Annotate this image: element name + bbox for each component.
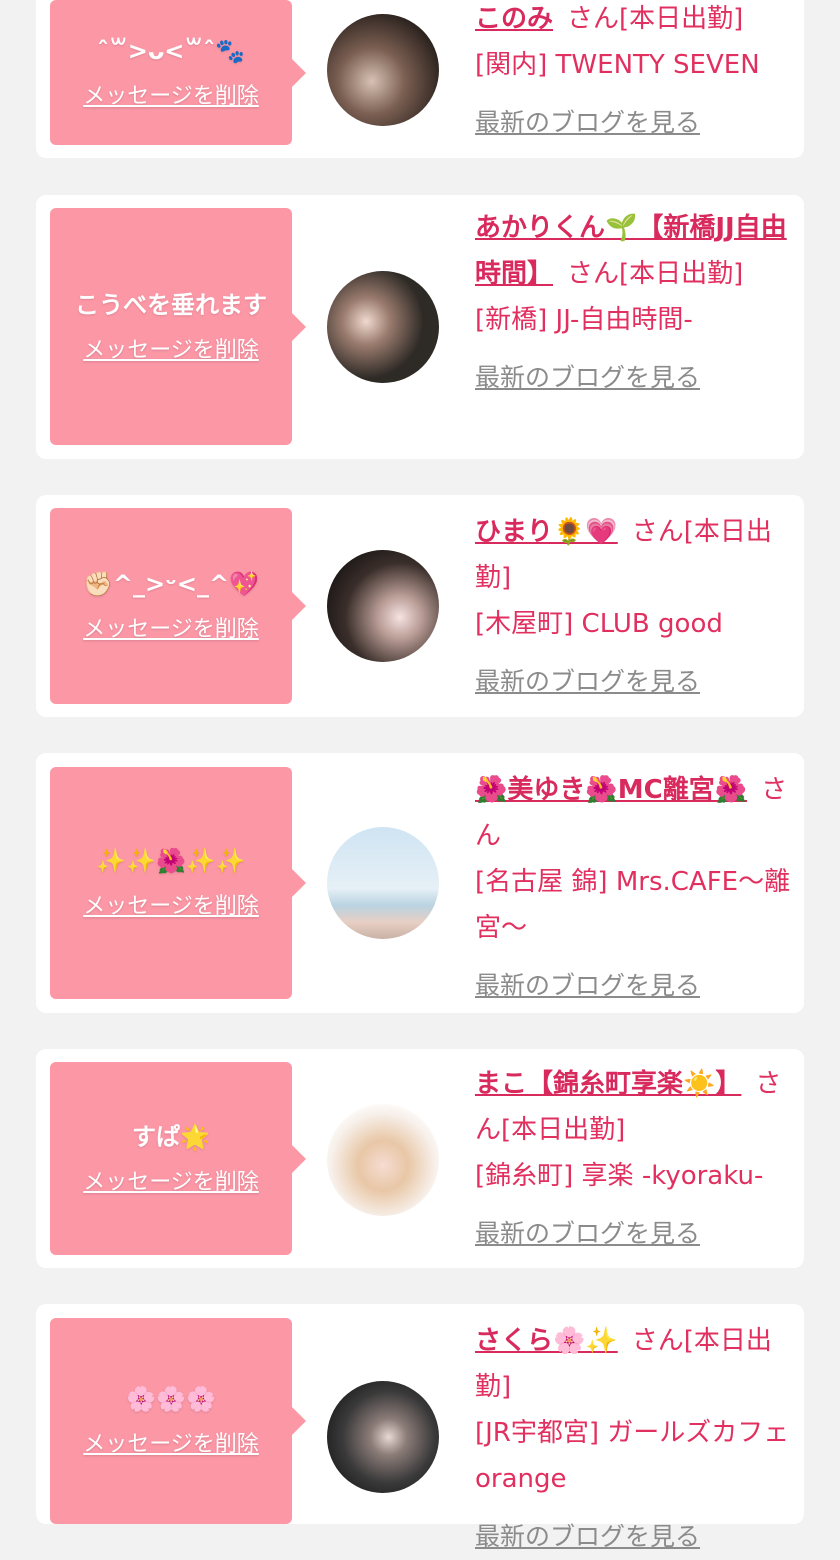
message-text: 🌸🌸🌸 xyxy=(126,1385,216,1413)
avatar[interactable] xyxy=(327,827,439,939)
message-bubble: ✨✨🌺✨✨ メッセージを削除 xyxy=(50,767,306,999)
latest-blog-link[interactable]: 最新のブログを見る xyxy=(475,1211,700,1257)
latest-blog-link[interactable]: 最新のブログを見る xyxy=(475,1514,700,1560)
message-text: こうべを垂れます xyxy=(75,290,267,319)
message-card: ✊🏻^_>ᵕ<_^💖 メッセージを削除 ひまり🌻💗 さん[本日出勤] [木屋町] … xyxy=(36,495,804,717)
latest-blog-link[interactable]: 最新のブログを見る xyxy=(475,963,700,1009)
shop-name: [名古屋 錦] Mrs.CAFE〜離宮〜 xyxy=(475,867,791,943)
message-card: すぱ🌟 メッセージを削除 まこ【錦糸町享楽☀️】 さん[本日出勤] [錦糸町] 享… xyxy=(36,1049,804,1268)
delete-message-link[interactable]: メッセージを削除 xyxy=(83,332,259,364)
shop-name: [木屋町] CLUB good xyxy=(475,609,723,639)
delete-message-link[interactable]: メッセージを削除 xyxy=(83,78,259,110)
avatar[interactable] xyxy=(327,1104,439,1216)
cast-status: さん[本日出勤] xyxy=(567,4,744,34)
cast-info: ひまり🌻💗 さん[本日出勤] [木屋町] CLUB good 最新のブログを見る xyxy=(475,509,791,705)
message-bubble: ˆ꒳>ᴗ<꒳ˆ🐾 メッセージを削除 xyxy=(50,0,306,145)
delete-message-link[interactable]: メッセージを削除 xyxy=(83,1164,259,1196)
message-bubble: ✊🏻^_>ᵕ<_^💖 メッセージを削除 xyxy=(50,508,306,704)
latest-blog-link[interactable]: 最新のブログを見る xyxy=(475,355,700,401)
message-card: こうべを垂れます メッセージを削除 あかりくん🌱【新橋JJ自由時間】 さん[本日出… xyxy=(36,195,804,459)
message-text: ✊🏻^_>ᵕ<_^💖 xyxy=(83,570,259,598)
shop-name: [新橋] JJ-自由時間- xyxy=(475,305,693,335)
cast-info: あかりくん🌱【新橋JJ自由時間】 さん[本日出勤] [新橋] JJ-自由時間- 最… xyxy=(475,205,791,401)
cast-info: このみ さん[本日出勤] [関内] TWENTY SEVEN 最新のブログを見る xyxy=(475,0,791,146)
message-card: ✨✨🌺✨✨ メッセージを削除 🌺美ゆき🌺MC離宮🌺 さん [名古屋 錦] Mrs.… xyxy=(36,753,804,1013)
cast-info: さくら🌸✨ さん[本日出勤] [JR宇都宮] ガールズカフェ orange 最新の… xyxy=(475,1318,791,1560)
cast-name-link[interactable]: 🌺美ゆき🌺MC離宮🌺 xyxy=(475,775,747,805)
cast-info: 🌺美ゆき🌺MC離宮🌺 さん [名古屋 錦] Mrs.CAFE〜離宮〜 最新のブログ… xyxy=(475,767,791,1009)
shop-name: [JR宇都宮] ガールズカフェ orange xyxy=(475,1418,790,1494)
delete-message-link[interactable]: メッセージを削除 xyxy=(83,611,259,643)
message-bubble: こうべを垂れます メッセージを削除 xyxy=(50,208,306,445)
avatar[interactable] xyxy=(327,550,439,662)
message-text: すぱ🌟 xyxy=(132,1122,210,1151)
cast-status: さん[本日出勤] xyxy=(567,259,744,289)
cast-name-link[interactable]: ひまり🌻💗 xyxy=(475,517,618,547)
latest-blog-link[interactable]: 最新のブログを見る xyxy=(475,659,700,705)
delete-message-link[interactable]: メッセージを削除 xyxy=(83,1426,259,1458)
cast-info: まこ【錦糸町享楽☀️】 さん[本日出勤] [錦糸町] 享楽 -kyoraku- 最… xyxy=(475,1061,791,1257)
shop-name: [関内] TWENTY SEVEN xyxy=(475,50,760,80)
message-bubble: 🌸🌸🌸 メッセージを削除 xyxy=(50,1318,306,1524)
avatar[interactable] xyxy=(327,271,439,383)
shop-name: [錦糸町] 享楽 -kyoraku- xyxy=(475,1161,764,1191)
message-text: ˆ꒳>ᴗ<꒳ˆ🐾 xyxy=(96,36,246,65)
delete-message-link[interactable]: メッセージを削除 xyxy=(83,888,259,920)
latest-blog-link[interactable]: 最新のブログを見る xyxy=(475,100,700,146)
cast-name-link[interactable]: まこ【錦糸町享楽☀️】 xyxy=(475,1069,741,1099)
avatar[interactable] xyxy=(327,1381,439,1493)
message-card: ˆ꒳>ᴗ<꒳ˆ🐾 メッセージを削除 このみ さん[本日出勤] [関内] TWENT… xyxy=(36,0,804,158)
message-text: ✨✨🌺✨✨ xyxy=(96,847,246,875)
message-card: 🌸🌸🌸 メッセージを削除 さくら🌸✨ さん[本日出勤] [JR宇都宮] ガールズカ… xyxy=(36,1304,804,1551)
avatar[interactable] xyxy=(327,14,439,126)
cast-name-link[interactable]: このみ xyxy=(475,4,553,34)
cast-name-link[interactable]: さくら🌸✨ xyxy=(475,1326,618,1356)
message-bubble: すぱ🌟 メッセージを削除 xyxy=(50,1062,306,1255)
